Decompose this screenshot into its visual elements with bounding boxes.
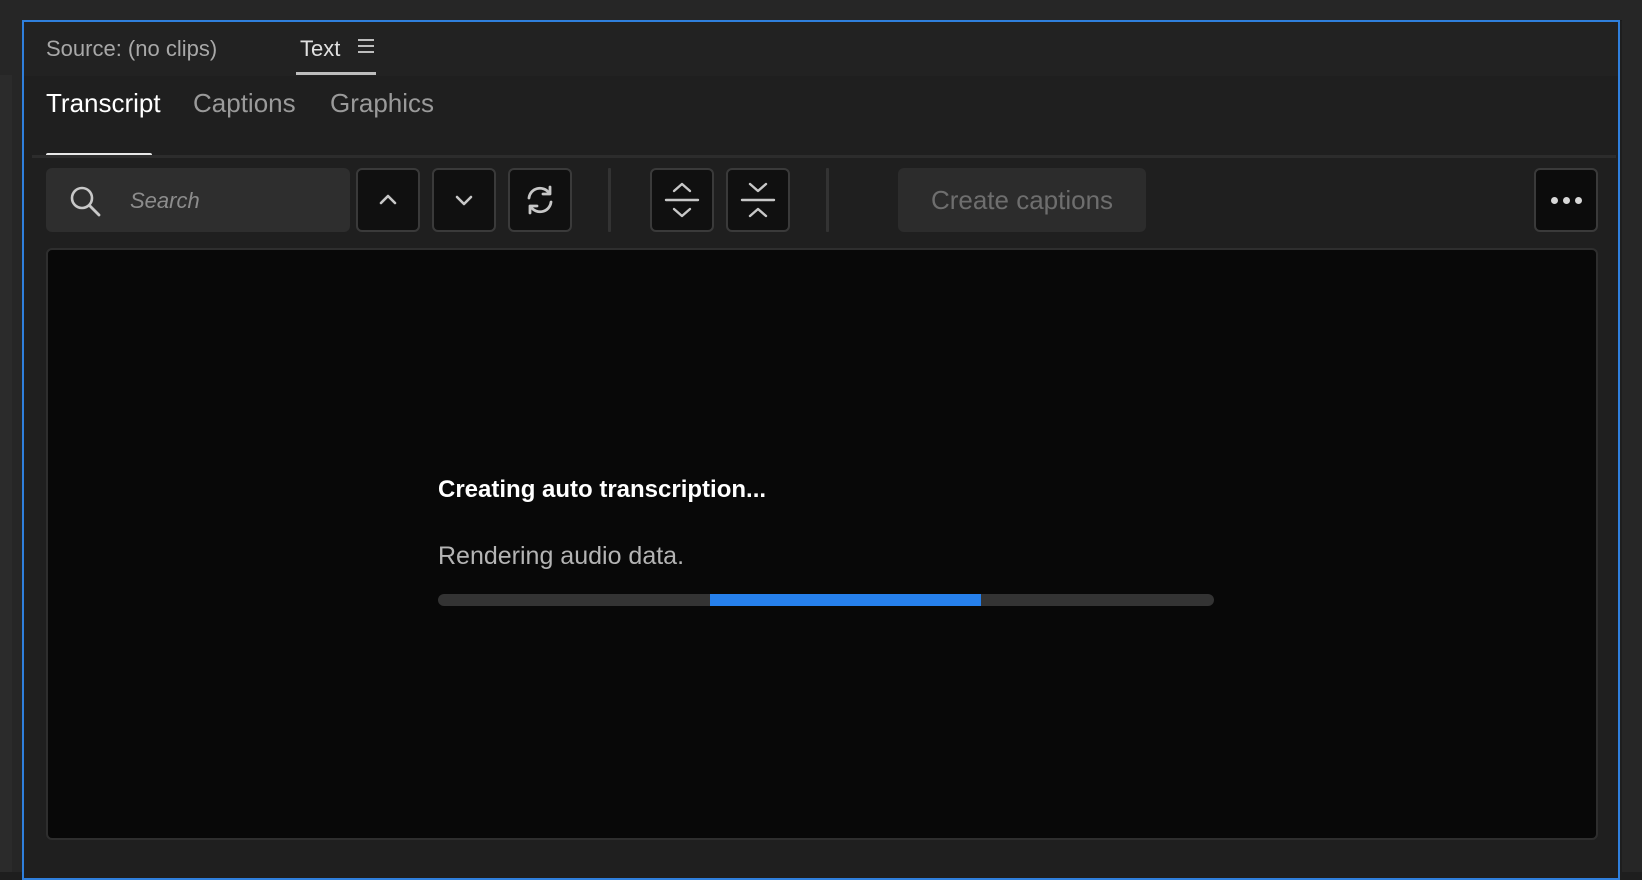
expand-segments-button[interactable]: [650, 168, 714, 232]
status-message: Rendering audio data.: [438, 542, 685, 570]
panel-menu-icon[interactable]: [358, 39, 374, 55]
refresh-button[interactable]: [508, 168, 572, 232]
search-box[interactable]: [46, 168, 350, 232]
toolbar-separator: [608, 168, 611, 232]
search-input[interactable]: [128, 178, 342, 224]
subtab-divider: [32, 155, 1616, 158]
left-panel-edge: [0, 75, 12, 872]
top-chrome-strip: [0, 0, 1642, 21]
text-panel: Source: (no clips) Text Transcript Capti…: [22, 20, 1620, 880]
progress-bar-fill: [709, 594, 982, 606]
collapse-vertical-icon: [740, 182, 776, 218]
tab-graphics[interactable]: Graphics: [330, 88, 434, 119]
status-title: Creating auto transcription...: [438, 476, 767, 503]
previous-result-button[interactable]: [356, 168, 420, 232]
left-adjacent-panel: [0, 20, 22, 872]
text-panel-tab[interactable]: Text: [296, 34, 376, 75]
transcript-content-area: Creating auto transcription... Rendering…: [46, 248, 1598, 840]
next-result-button[interactable]: [432, 168, 496, 232]
right-adjacent-panel: [1622, 20, 1642, 872]
search-icon: [70, 186, 101, 217]
source-panel-tab[interactable]: Source: (no clips): [46, 36, 217, 62]
collapse-segments-button[interactable]: [726, 168, 790, 232]
transcript-toolbar: Create captions: [24, 162, 1618, 242]
expand-vertical-icon: [664, 182, 700, 218]
chevron-up-icon: [379, 194, 397, 205]
create-captions-button[interactable]: Create captions: [898, 168, 1146, 232]
panel-header: Source: (no clips) Text: [24, 22, 1618, 76]
tab-transcript[interactable]: Transcript: [46, 88, 161, 119]
subtab-bar: Transcript Captions Graphics: [24, 76, 1618, 158]
chevron-down-icon: [455, 195, 473, 206]
progress-bar: [438, 594, 1214, 606]
more-icon: [1550, 196, 1558, 204]
text-panel-tab-label: Text: [300, 36, 341, 61]
toolbar-separator: [826, 168, 829, 232]
refresh-icon: [527, 185, 553, 215]
more-options-button[interactable]: [1534, 168, 1598, 232]
tab-captions[interactable]: Captions: [193, 88, 296, 119]
